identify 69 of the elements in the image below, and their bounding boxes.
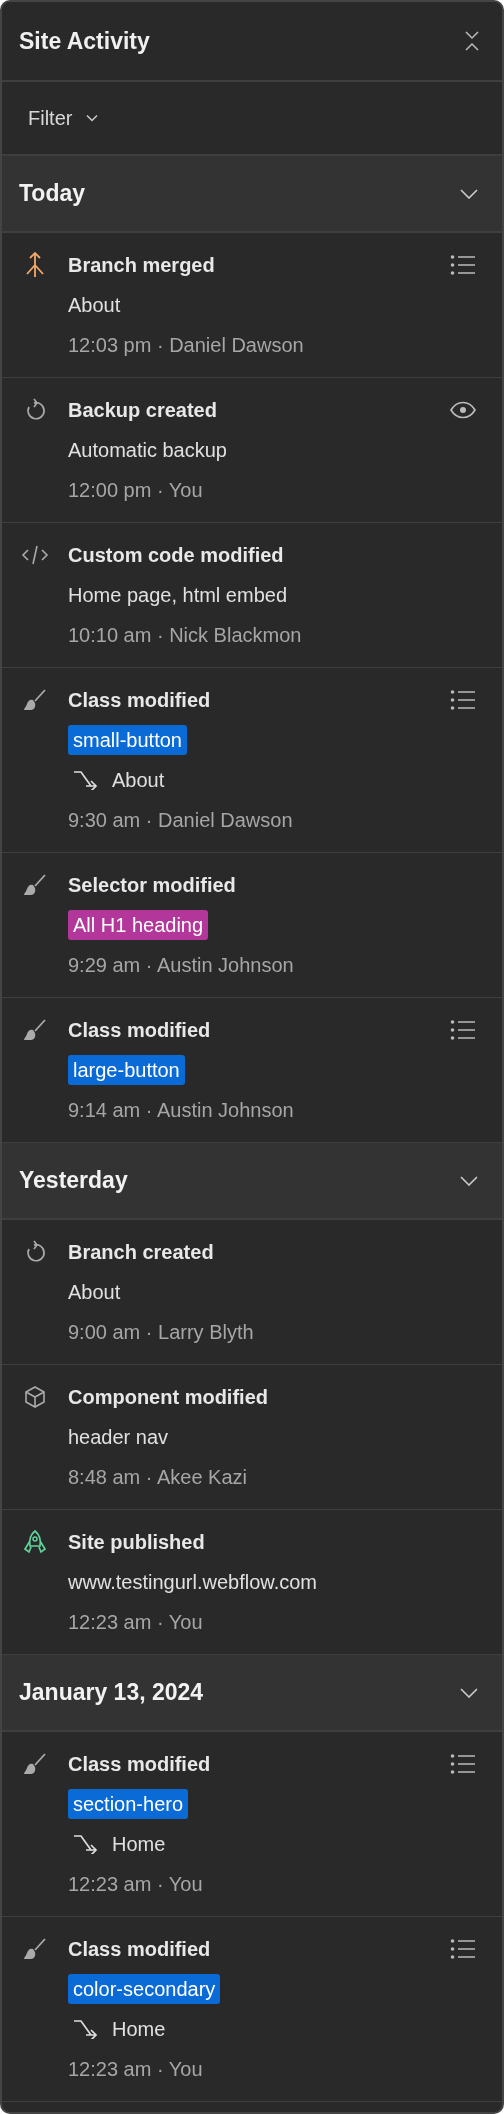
brush-icon [23, 1937, 47, 1961]
activity-meta: 9:00 am · Larry Blyth [68, 1320, 254, 1345]
group-label: Today [19, 180, 86, 207]
activity-title: Selector modified [68, 873, 236, 898]
activity-detail: Home page, html embed [68, 583, 287, 608]
class-tag: large-button [68, 1055, 185, 1085]
chevron-icon[interactable] [460, 1687, 478, 1698]
panel-title: Site Activity [19, 27, 150, 55]
list-icon[interactable] [450, 1938, 476, 1960]
collapse-icon[interactable] [464, 31, 480, 51]
activity-meta: 9:30 am · Daniel Dawson [68, 808, 293, 833]
chevron-icon[interactable] [460, 1175, 478, 1186]
activity-title: Backup created [68, 398, 217, 423]
restore-icon [24, 398, 46, 422]
activity-title: Class modified [68, 1018, 211, 1043]
activity-title: Branch created [68, 1240, 214, 1265]
page-name: Home [112, 2017, 166, 2042]
list-icon[interactable] [450, 1019, 476, 1041]
page-link-icon [72, 1834, 100, 1854]
group-header[interactable]: Today [2, 156, 502, 233]
list-icon[interactable] [450, 254, 476, 276]
activity-meta: 10:10 am · Nick Blackmon [68, 623, 302, 648]
group-label: Yesterday [19, 1167, 128, 1194]
list-icon[interactable] [450, 1753, 476, 1775]
activity-detail: About [68, 1280, 121, 1305]
brush-icon [23, 873, 47, 897]
group-header[interactable]: January 13, 2024 [2, 1655, 502, 1732]
page-link-icon [72, 2019, 100, 2039]
activity-meta: 12:23 am · You [68, 2057, 203, 2082]
eye-icon[interactable] [450, 401, 476, 419]
list-icon[interactable] [450, 689, 476, 711]
activity-detail: header nav [68, 1425, 169, 1450]
activity-title: Class modified [68, 1937, 211, 1962]
brush-icon [23, 688, 47, 712]
activity-detail: www.testingurl.webflow.com [68, 1570, 317, 1595]
rocket-icon [22, 1529, 48, 1555]
class-tag: small-button [68, 725, 187, 755]
activity-title: Site published [68, 1530, 205, 1555]
restore-icon [24, 1240, 46, 1264]
activity-meta: 12:23 am · You [68, 1610, 203, 1635]
activity-meta: 12:00 pm · You [68, 478, 203, 503]
activity-meta: 9:29 am · Austin Johnson [68, 953, 294, 978]
activity-title: Class modified [68, 1752, 211, 1777]
merge-icon [24, 252, 46, 278]
activity-detail: About [68, 293, 121, 318]
activity-title: Component modified [68, 1385, 268, 1410]
cube-icon [23, 1385, 47, 1409]
group-label: January 13, 2024 [19, 1679, 204, 1706]
page-name: Home [112, 1832, 166, 1857]
class-tag: color-secondary [68, 1974, 221, 2004]
class-tag: All H1 heading [68, 910, 209, 940]
brush-icon [23, 1752, 47, 1776]
chevron-icon[interactable] [460, 188, 478, 199]
activity-title: Custom code modified [68, 543, 284, 568]
brush-icon [23, 1018, 47, 1042]
filter-dropdown[interactable]: Filter [26, 104, 101, 132]
activity-meta: 12:03 pm · Daniel Dawson [68, 333, 304, 358]
activity-meta: 9:14 am · Austin Johnson [68, 1098, 294, 1123]
activity-detail: Automatic backup [68, 438, 227, 463]
activity-meta: 8:48 am · Akee Kazi [68, 1465, 247, 1490]
code-icon [21, 545, 49, 565]
group-header[interactable]: Yesterday [2, 1143, 502, 1220]
activity-title: Class modified [68, 688, 211, 713]
chevron-icon [86, 114, 99, 122]
page-link-icon [72, 770, 100, 790]
activity-meta: 12:23 am · You [68, 1872, 203, 1897]
page-name: About [112, 768, 165, 793]
class-tag: section-hero [68, 1789, 189, 1819]
activity-title: Branch merged [68, 253, 215, 278]
